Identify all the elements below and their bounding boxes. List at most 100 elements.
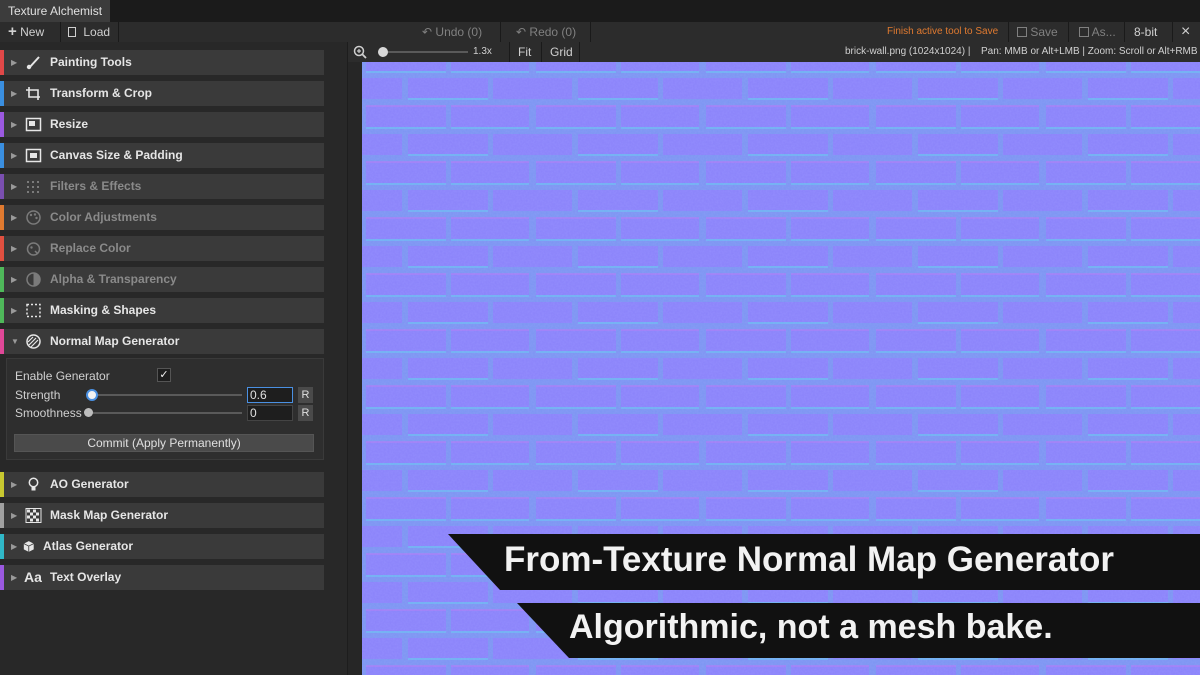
redo-icon: ↶ bbox=[516, 25, 527, 39]
tool-label: Alpha & Transparency bbox=[50, 272, 177, 286]
tool-label: Mask Map Generator bbox=[50, 508, 169, 522]
expand-arrow-icon: ▶ bbox=[11, 120, 18, 129]
tool-replace-color[interactable]: ▶ Replace Color bbox=[0, 236, 324, 261]
crop-icon bbox=[26, 87, 40, 100]
cube-icon bbox=[23, 541, 34, 552]
headline-text: From-Texture Normal Map Generator bbox=[504, 540, 1115, 579]
close-button[interactable]: × bbox=[1181, 22, 1190, 42]
expand-arrow-icon: ▶ bbox=[11, 275, 18, 284]
enable-generator-label: Enable Generator bbox=[15, 369, 110, 383]
tool-text-overlay[interactable]: ▶ Aa Text Overlay bbox=[0, 565, 324, 590]
tool-label: Color Adjustments bbox=[50, 210, 157, 224]
tool-atlas-generator[interactable]: ▶ Atlas Generator bbox=[0, 534, 324, 559]
headline-banner: From-Texture Normal Map Generator bbox=[448, 534, 1200, 590]
zoom-bar: 1.3x Fit Grid brick-wall.png (1024x1024)… bbox=[348, 42, 1200, 62]
smoothness-slider[interactable] bbox=[84, 406, 242, 420]
undo-button[interactable]: ↶ Undo (0) bbox=[422, 22, 482, 42]
text-icon: Aa bbox=[24, 569, 42, 585]
redo-button[interactable]: ↶ Redo (0) bbox=[516, 22, 576, 42]
tool-filters-effects[interactable]: ▶ Filters & Effects bbox=[0, 174, 324, 199]
tool-label: Filters & Effects bbox=[50, 179, 142, 193]
load-label: Load bbox=[83, 25, 111, 39]
smoothness-slider-knob[interactable] bbox=[84, 408, 93, 417]
expand-arrow-icon: ▶ bbox=[11, 573, 18, 582]
tool-alpha-transparency[interactable]: ▶ Alpha & Transparency bbox=[0, 267, 324, 292]
smoothness-input[interactable]: 0 bbox=[247, 405, 293, 421]
title-bar: Texture Alchemist bbox=[0, 0, 1200, 22]
tool-normal-map-generator[interactable]: ▼ Normal Map Generator bbox=[0, 329, 324, 354]
expand-arrow-icon: ▶ bbox=[11, 511, 18, 520]
main-toolbar: + New Load ↶ Undo (0) ↶ Redo (0) Finish … bbox=[0, 22, 1200, 42]
undo-icon: ↶ bbox=[422, 25, 433, 39]
tool-canvas-size[interactable]: ▶ Canvas Size & Padding bbox=[0, 143, 324, 168]
load-button[interactable]: Load bbox=[68, 22, 110, 42]
bit-depth-toggle[interactable]: 8-bit bbox=[1134, 22, 1157, 42]
new-button[interactable]: + New bbox=[8, 22, 44, 42]
redo-label: Redo (0) bbox=[529, 25, 577, 39]
alpha-icon bbox=[26, 272, 41, 287]
save-as-button[interactable]: As... bbox=[1079, 22, 1116, 42]
normal-map-panel: Enable Generator ✓ Strength 0.6 R Smooth… bbox=[6, 358, 324, 460]
bulb-icon bbox=[28, 477, 39, 491]
tool-label: Replace Color bbox=[50, 241, 131, 255]
undo-label: Undo (0) bbox=[435, 25, 483, 39]
zoom-value: 1.3x bbox=[473, 46, 492, 57]
mask-icon bbox=[26, 303, 41, 318]
tool-label: Resize bbox=[50, 117, 89, 131]
smoothness-reset-button[interactable]: R bbox=[298, 405, 313, 421]
tool-label: Normal Map Generator bbox=[50, 334, 180, 348]
tool-mask-map-generator[interactable]: ▶ Mask Map Generator bbox=[0, 503, 324, 528]
expand-arrow-icon: ▶ bbox=[11, 182, 18, 191]
expand-arrow-icon: ▶ bbox=[11, 58, 18, 67]
expand-arrow-icon: ▶ bbox=[11, 213, 18, 222]
zoom-icon[interactable] bbox=[353, 45, 367, 59]
subline-banner: Algorithmic, not a mesh bake. bbox=[517, 603, 1200, 658]
tool-ao-generator[interactable]: ▶ AO Generator bbox=[0, 472, 324, 497]
tool-label: Text Overlay bbox=[50, 570, 122, 584]
pan-zoom-hint: Pan: MMB or Alt+LMB | Zoom: Scroll or Al… bbox=[981, 46, 1198, 57]
expand-arrow-icon: ▶ bbox=[11, 244, 18, 253]
palette-icon bbox=[26, 210, 41, 225]
tool-color-adjustments[interactable]: ▶ Color Adjustments bbox=[0, 205, 324, 230]
tool-painting-tools[interactable]: ▶ Painting Tools bbox=[0, 50, 324, 75]
filter-icon bbox=[27, 181, 39, 193]
smoothness-label: Smoothness bbox=[15, 406, 82, 420]
grid-button[interactable]: Grid bbox=[550, 42, 573, 62]
enable-generator-checkbox[interactable]: ✓ bbox=[157, 368, 171, 382]
tool-sidebar: ▶ Painting Tools ▶ Transform & Crop ▶ Re… bbox=[0, 42, 348, 675]
save-icon bbox=[1017, 27, 1027, 37]
save-as-label: As... bbox=[1091, 25, 1116, 39]
expand-arrow-icon: ▶ bbox=[11, 480, 18, 489]
file-icon bbox=[68, 27, 76, 37]
fit-button[interactable]: Fit bbox=[518, 42, 531, 62]
tool-masking-shapes[interactable]: ▶ Masking & Shapes bbox=[0, 298, 324, 323]
resize-icon bbox=[25, 117, 42, 132]
expand-arrow-icon: ▶ bbox=[11, 89, 18, 98]
strength-slider[interactable] bbox=[86, 388, 242, 402]
strength-reset-button[interactable]: R bbox=[298, 387, 313, 403]
save-as-icon bbox=[1079, 27, 1089, 37]
expand-arrow-icon: ▶ bbox=[11, 306, 18, 315]
tool-label: Canvas Size & Padding bbox=[50, 148, 183, 162]
tool-transform-crop[interactable]: ▶ Transform & Crop bbox=[0, 81, 324, 106]
zoom-slider[interactable] bbox=[374, 46, 468, 58]
tool-label: Transform & Crop bbox=[50, 86, 153, 100]
commit-button[interactable]: Commit (Apply Permanently) bbox=[14, 434, 314, 452]
checker-icon bbox=[25, 508, 42, 523]
collapse-arrow-icon: ▼ bbox=[11, 337, 19, 346]
normal-map-icon bbox=[26, 334, 41, 349]
save-label: Save bbox=[1030, 25, 1058, 39]
tool-label: Atlas Generator bbox=[43, 539, 134, 553]
tool-resize[interactable]: ▶ Resize bbox=[0, 112, 324, 137]
strength-slider-knob[interactable] bbox=[86, 389, 98, 401]
expand-arrow-icon: ▶ bbox=[11, 542, 18, 551]
subline-text: Algorithmic, not a mesh bake. bbox=[569, 608, 1053, 646]
file-info: brick-wall.png (1024x1024) | bbox=[845, 46, 971, 57]
save-button[interactable]: Save bbox=[1017, 22, 1058, 42]
canvas-icon bbox=[25, 148, 42, 163]
tool-label: Masking & Shapes bbox=[50, 303, 157, 317]
tool-label: AO Generator bbox=[50, 477, 129, 491]
zoom-slider-knob[interactable] bbox=[378, 47, 389, 57]
strength-input[interactable]: 0.6 bbox=[247, 387, 293, 403]
save-hint: Finish active tool to Save bbox=[887, 26, 999, 37]
